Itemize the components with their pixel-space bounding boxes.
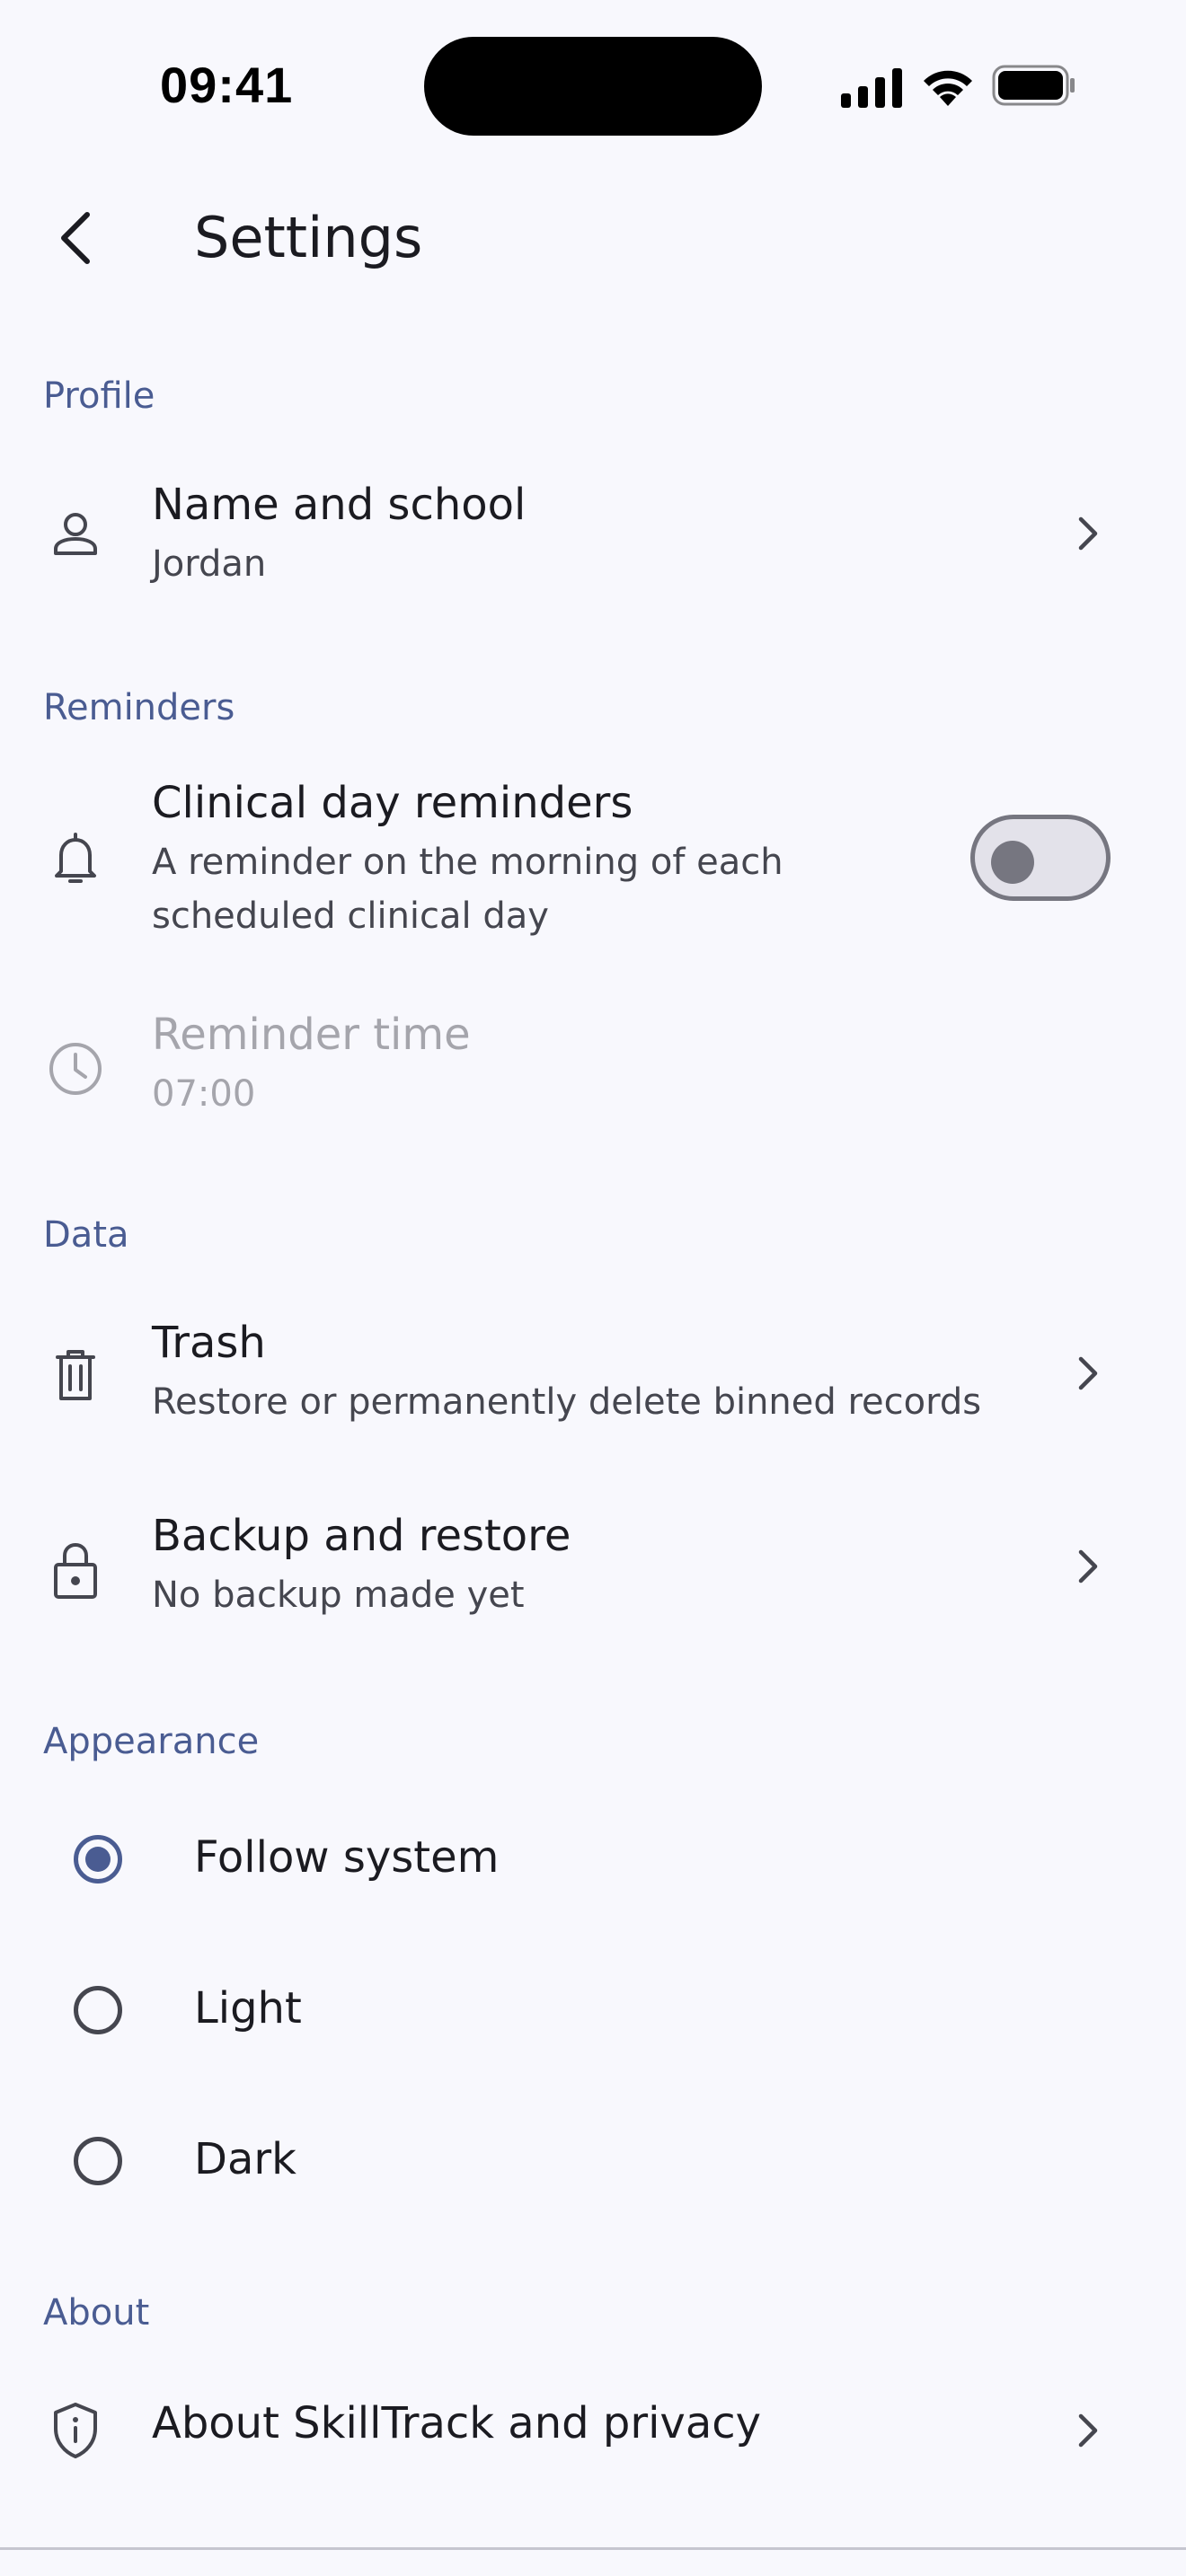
row-title: Name and school (152, 480, 527, 530)
dynamic-island (424, 37, 762, 136)
radio-button[interactable] (74, 2137, 122, 2185)
radio-label: Follow system (194, 1832, 500, 1883)
row-title: About SkillTrack and privacy (152, 2398, 762, 2448)
row-subtitle-line1: A reminder on the morning of each (152, 842, 783, 883)
trash-row[interactable]: Trash Restore or permanently delete binn… (0, 1298, 1186, 1451)
section-header-appearance: Appearance (43, 1721, 260, 1762)
row-title: Backup and restore (152, 1511, 571, 1561)
row-subtitle: Restore or permanently delete binned rec… (152, 1381, 982, 1423)
section-header-reminders: Reminders (43, 687, 235, 728)
backup-and-restore-row[interactable]: Backup and restore No backup made yet (0, 1491, 1186, 1644)
chevron-right-icon (1060, 1539, 1114, 1593)
section-header-profile: Profile (43, 375, 155, 417)
clinical-day-reminders-row[interactable]: Clinical day reminders A reminder on the… (0, 763, 1186, 952)
row-title: Clinical day reminders (152, 778, 633, 828)
row-subtitle-line2: scheduled clinical day (152, 895, 549, 937)
name-and-school-row[interactable]: Name and school Jordan (0, 458, 1186, 611)
section-header-data: Data (43, 1214, 129, 1256)
reminder-time-row[interactable]: Reminder time 07:00 (0, 997, 1186, 1132)
radio-label: Dark (194, 2134, 296, 2184)
radio-button[interactable] (74, 1986, 122, 2034)
battery-icon (992, 65, 1075, 106)
page-title: Settings (194, 205, 423, 270)
about-skilltrack-row[interactable]: About SkillTrack and privacy (0, 2371, 1186, 2488)
person-icon (43, 501, 108, 566)
section-header-about: About (43, 2292, 150, 2333)
status-time: 09:41 (160, 57, 294, 113)
toggle-knob (991, 841, 1034, 884)
row-subtitle: No backup made yet (152, 1575, 525, 1616)
trash-icon (43, 1343, 108, 1407)
radio-label: Light (194, 1983, 302, 2033)
status-bar: 09:41 (0, 0, 1186, 171)
clinical-reminders-toggle[interactable] (970, 815, 1111, 901)
row-title: Trash (152, 1318, 266, 1368)
chevron-right-icon (1060, 2404, 1114, 2457)
appearance-option-light[interactable]: Light (0, 1956, 1186, 2064)
shield-info-icon (43, 2398, 108, 2463)
row-title: Reminder time (152, 1010, 471, 1060)
arrow-back-icon (61, 212, 90, 264)
row-subtitle: 07:00 (152, 1073, 256, 1115)
chevron-right-icon (1060, 507, 1114, 560)
wifi-icon (924, 70, 972, 106)
bottom-divider (0, 2547, 1186, 2550)
appearance-option-dark[interactable]: Dark (0, 2107, 1186, 2215)
lock-icon (43, 1538, 108, 1602)
back-button[interactable] (36, 198, 117, 278)
settings-screen: 09:41 Settings Profile Name and school J… (0, 0, 1186, 2576)
row-subtitle: Jordan (152, 543, 267, 585)
app-bar: Settings (0, 171, 1186, 314)
bell-icon (43, 826, 108, 891)
clock-icon (43, 1037, 108, 1101)
appearance-option-follow-system[interactable]: Follow system (0, 1805, 1186, 1913)
cellular-signal-icon (841, 68, 902, 108)
radio-button[interactable] (74, 1835, 122, 1883)
chevron-right-icon (1060, 1346, 1114, 1400)
